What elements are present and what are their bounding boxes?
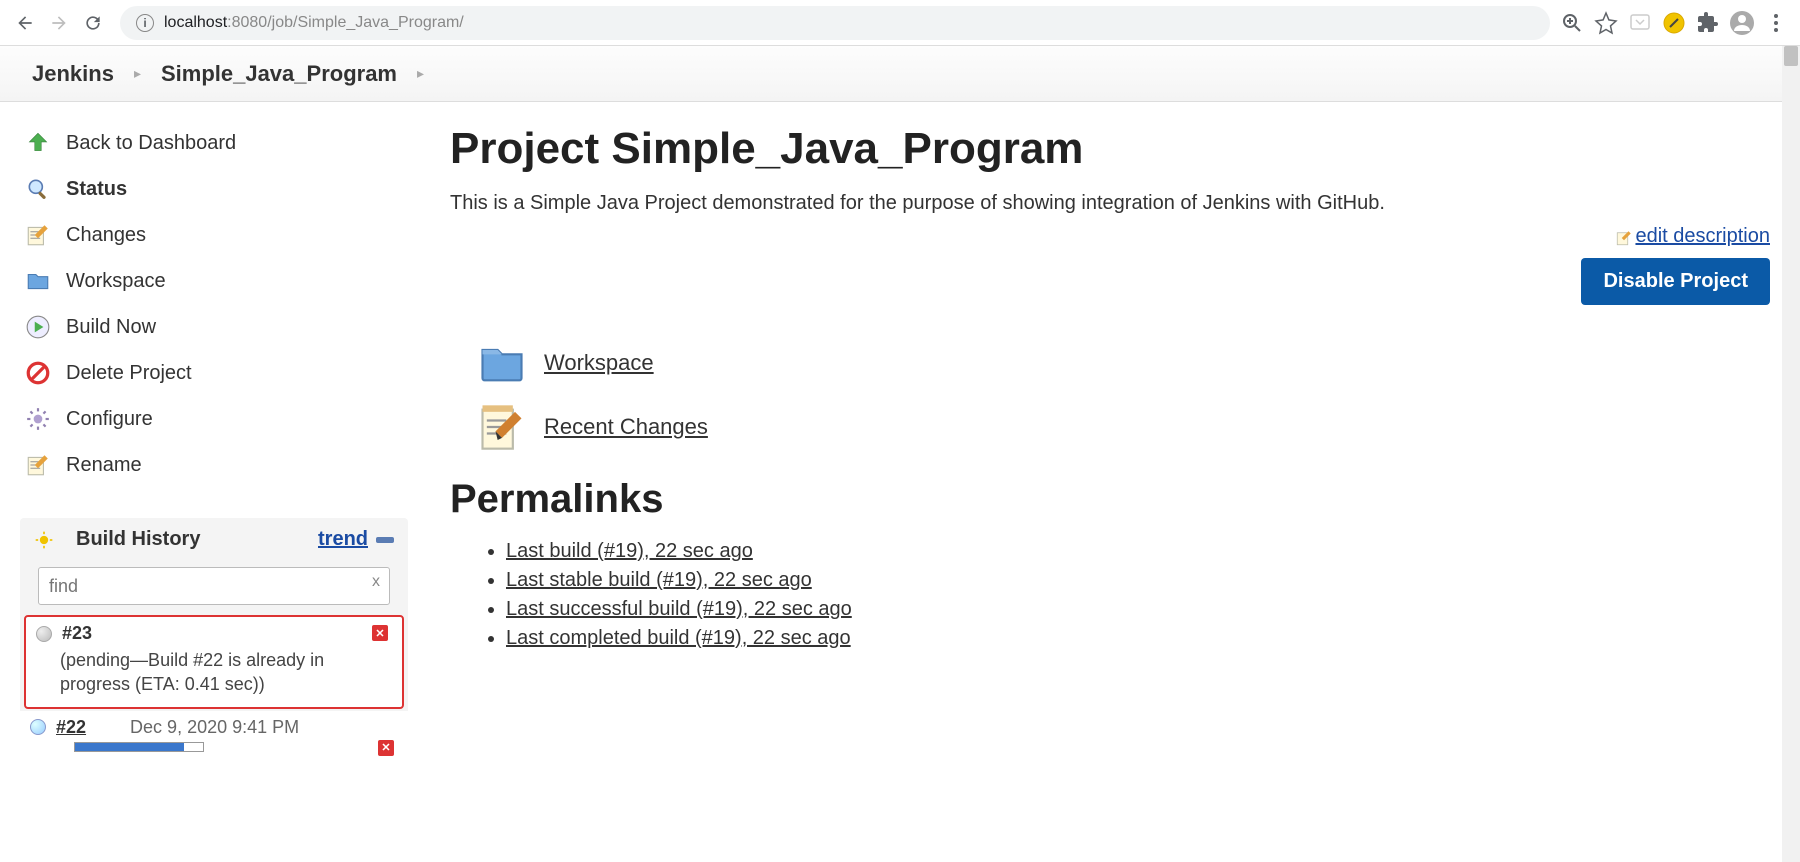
nav-forward-button[interactable] bbox=[42, 6, 76, 40]
url-host: localhost bbox=[164, 14, 227, 32]
cancel-build-button[interactable]: ✕ bbox=[372, 625, 388, 641]
sidebar-back-to-dashboard[interactable]: Back to Dashboard bbox=[20, 120, 408, 166]
build-item[interactable]: #22 Dec 9, 2020 9:41 PM ✕ bbox=[20, 711, 408, 758]
trend-bar-icon bbox=[376, 537, 394, 543]
build-history-search-input[interactable] bbox=[38, 567, 390, 605]
nav-back-button[interactable] bbox=[8, 6, 42, 40]
pocket-icon[interactable] bbox=[1628, 11, 1652, 35]
zoom-icon[interactable] bbox=[1560, 11, 1584, 35]
circle-x-icon[interactable] bbox=[1662, 11, 1686, 35]
gear-icon bbox=[24, 405, 52, 433]
recent-changes-link-row[interactable]: Recent Changes bbox=[474, 399, 1770, 455]
notepad-pencil-icon bbox=[474, 399, 530, 455]
notepad-pencil-icon bbox=[24, 451, 52, 479]
build-history-title: Build History bbox=[76, 528, 318, 551]
scrollbar[interactable] bbox=[1782, 46, 1800, 862]
cancel-build-button[interactable]: ✕ bbox=[378, 740, 394, 756]
sidebar-rename[interactable]: Rename bbox=[20, 442, 408, 488]
sidebar: Back to Dashboard Status Changes Workspa… bbox=[0, 102, 420, 758]
permalinks-section: Permalinks Last build (#19), 22 sec ago … bbox=[450, 477, 1770, 650]
sidebar-delete-project[interactable]: Delete Project bbox=[20, 350, 408, 396]
build-date: Dec 9, 2020 9:41 PM bbox=[130, 717, 299, 738]
breadcrumb-item-job[interactable]: Simple_Java_Program bbox=[151, 57, 407, 91]
no-entry-icon bbox=[24, 359, 52, 387]
build-progress-bar bbox=[74, 742, 204, 752]
browser-bar: i localhost:8080/job/Simple_Java_Program… bbox=[0, 0, 1800, 46]
permalink-item: Last stable build (#19), 22 sec ago bbox=[506, 569, 1770, 592]
workspace-link[interactable]: Workspace bbox=[544, 350, 654, 376]
scrollbar-thumb[interactable] bbox=[1784, 46, 1798, 66]
permalink-item: Last completed build (#19), 22 sec ago bbox=[506, 627, 1770, 650]
sidebar-workspace[interactable]: Workspace bbox=[20, 258, 408, 304]
extensions-icon[interactable] bbox=[1696, 11, 1720, 35]
url-path: :8080/job/Simple_Java_Program/ bbox=[227, 14, 464, 32]
arrow-up-icon bbox=[24, 129, 52, 157]
sidebar-item-label: Back to Dashboard bbox=[66, 132, 236, 155]
arrow-right-icon bbox=[49, 13, 69, 33]
trend-link[interactable]: trend bbox=[318, 528, 368, 551]
build-number: #23 bbox=[62, 623, 92, 644]
build-history-panel: Build History trend x #23 ✕ (pending—Bui… bbox=[20, 518, 408, 758]
sidebar-item-label: Changes bbox=[66, 224, 146, 247]
kebab-menu-icon[interactable] bbox=[1764, 11, 1788, 35]
nav-reload-button[interactable] bbox=[76, 6, 110, 40]
workspace-link-row[interactable]: Workspace bbox=[474, 335, 1770, 391]
build-number[interactable]: #22 bbox=[56, 717, 86, 738]
sidebar-item-label: Build Now bbox=[66, 316, 156, 339]
url-bar[interactable]: i localhost:8080/job/Simple_Java_Program… bbox=[120, 6, 1550, 40]
permalink-link[interactable]: Last successful build (#19), 22 sec ago bbox=[506, 598, 852, 620]
build-pending-msg: (pending—Build #22 is already in progres… bbox=[36, 644, 384, 701]
arrow-left-icon bbox=[15, 13, 35, 33]
sidebar-item-label: Workspace bbox=[66, 270, 166, 293]
sidebar-build-now[interactable]: Build Now bbox=[20, 304, 408, 350]
favorite-icon[interactable] bbox=[1594, 11, 1618, 35]
magnifier-icon bbox=[24, 175, 52, 203]
page-title: Project Simple_Java_Program bbox=[450, 124, 1770, 174]
profile-avatar[interactable] bbox=[1730, 11, 1754, 35]
clear-search-button[interactable]: x bbox=[372, 573, 380, 591]
chevron-right-icon: ▸ bbox=[134, 65, 141, 82]
sidebar-item-label: Delete Project bbox=[66, 362, 192, 385]
sidebar-configure[interactable]: Configure bbox=[20, 396, 408, 442]
project-description: This is a Simple Java Project demonstrat… bbox=[450, 192, 1770, 215]
edit-description-link[interactable]: edit description bbox=[1635, 225, 1770, 247]
permalink-item: Last successful build (#19), 22 sec ago bbox=[506, 598, 1770, 621]
sidebar-item-label: Configure bbox=[66, 408, 153, 431]
permalink-link[interactable]: Last completed build (#19), 22 sec ago bbox=[506, 627, 851, 649]
sidebar-status[interactable]: Status bbox=[20, 166, 408, 212]
notepad-pencil-icon bbox=[24, 221, 52, 249]
sidebar-item-label: Rename bbox=[66, 454, 142, 477]
run-arrow-icon bbox=[24, 313, 52, 341]
site-info-icon[interactable]: i bbox=[136, 14, 154, 32]
notepad-pencil-icon bbox=[1615, 229, 1633, 247]
build-orb-icon bbox=[36, 626, 52, 642]
reload-icon bbox=[83, 13, 103, 33]
main-content: Project Simple_Java_Program This is a Si… bbox=[420, 102, 1800, 758]
sidebar-changes[interactable]: Changes bbox=[20, 212, 408, 258]
disable-project-button[interactable]: Disable Project bbox=[1581, 258, 1770, 305]
permalink-link[interactable]: Last build (#19), 22 sec ago bbox=[506, 540, 753, 562]
recent-changes-link[interactable]: Recent Changes bbox=[544, 414, 708, 440]
sidebar-item-label: Status bbox=[66, 178, 127, 201]
permalink-link[interactable]: Last stable build (#19), 22 sec ago bbox=[506, 569, 812, 591]
breadcrumb-item-jenkins[interactable]: Jenkins bbox=[22, 57, 124, 91]
sun-icon bbox=[34, 530, 54, 550]
permalinks-title: Permalinks bbox=[450, 477, 1770, 522]
permalink-item: Last build (#19), 22 sec ago bbox=[506, 540, 1770, 563]
build-item[interactable]: #23 ✕ (pending—Build #22 is already in p… bbox=[24, 615, 404, 709]
folder-icon bbox=[474, 335, 530, 391]
folder-icon bbox=[24, 267, 52, 295]
build-orb-icon bbox=[30, 719, 46, 735]
breadcrumb: Jenkins ▸ Simple_Java_Program ▸ bbox=[0, 46, 1800, 102]
chevron-right-icon: ▸ bbox=[417, 65, 424, 82]
